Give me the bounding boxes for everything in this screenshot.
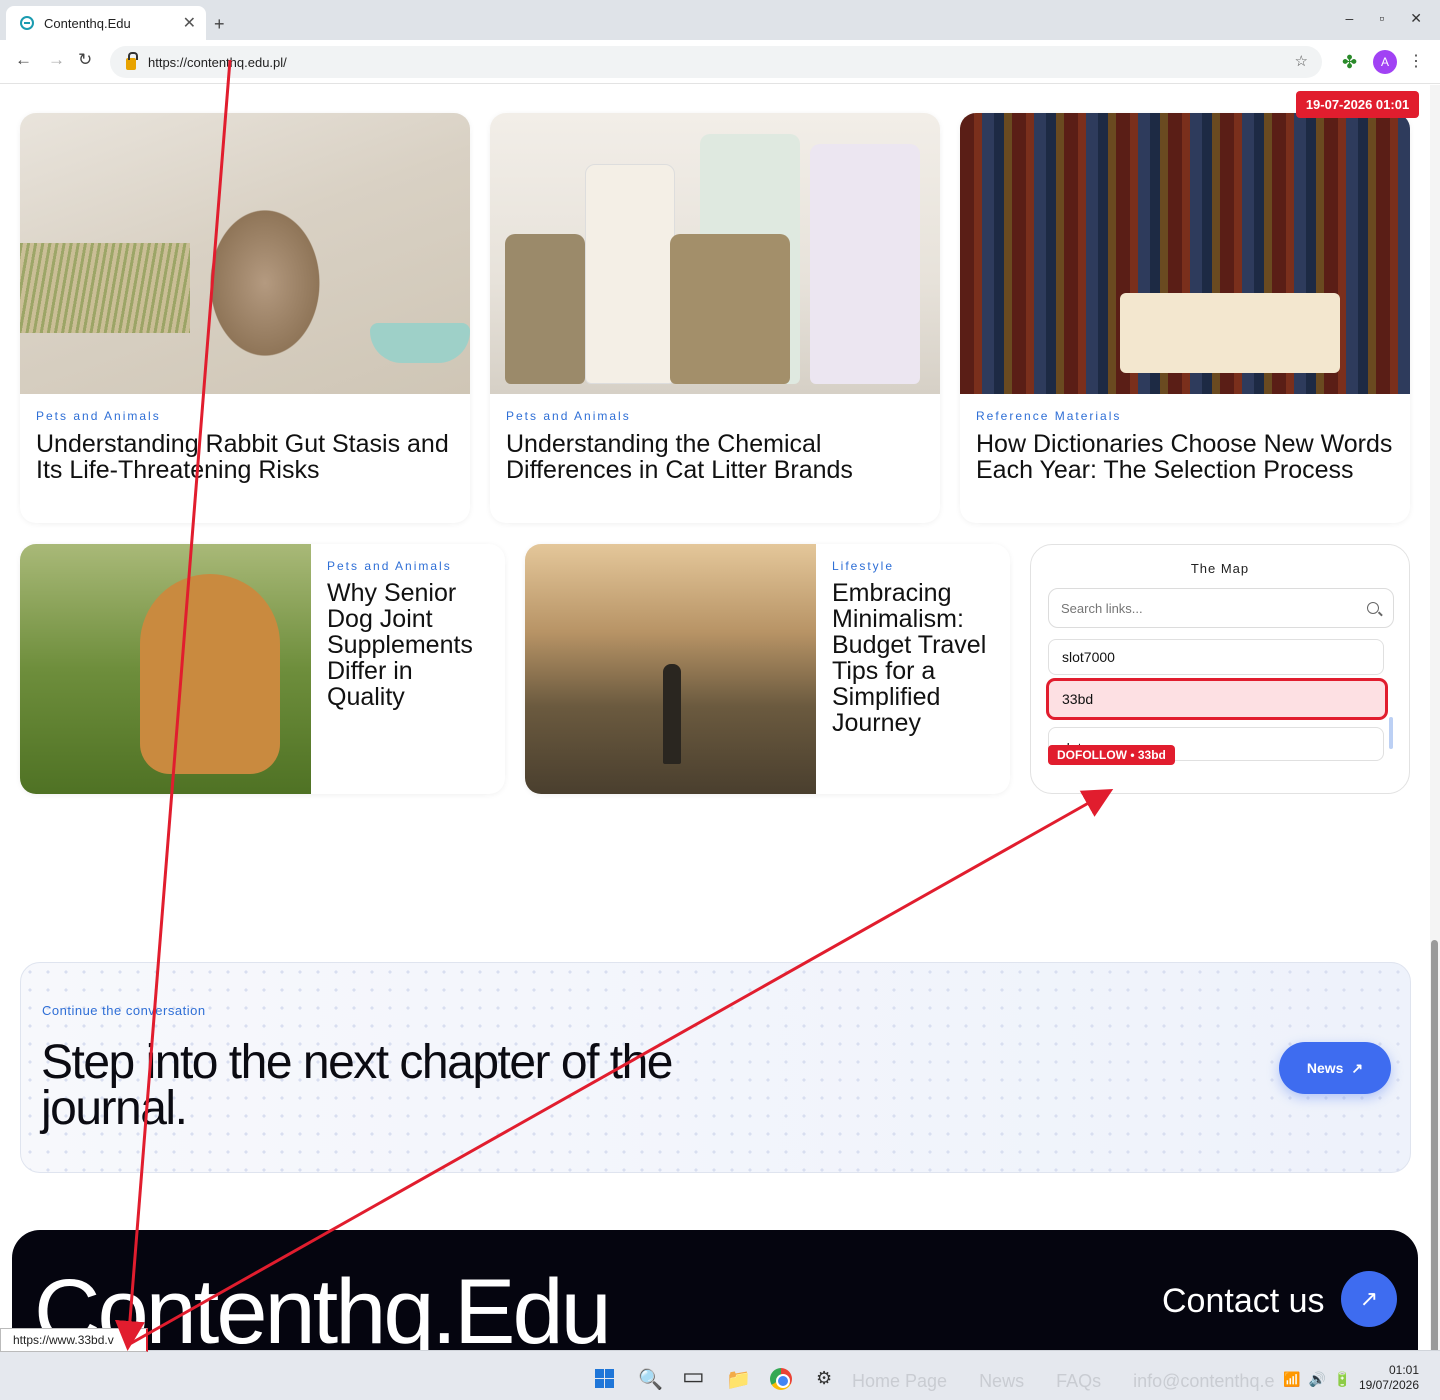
- address-bar[interactable]: https://contenthq.edu.pl/ ☆: [110, 46, 1322, 78]
- menu-kebab-icon[interactable]: ⋮: [1408, 51, 1424, 71]
- profile-avatar[interactable]: A: [1373, 50, 1397, 74]
- globe-icon: [20, 16, 34, 30]
- lock-icon: [126, 52, 138, 70]
- search-icon[interactable]: 🔍: [638, 1367, 663, 1392]
- minimize-button[interactable]: –: [1346, 10, 1354, 27]
- article-card[interactable]: Reference Materials How Dictionaries Cho…: [960, 113, 1410, 523]
- system-clock[interactable]: 01:01 19/07/2026: [1357, 1363, 1419, 1393]
- link-map-widget: The Map slot7000 33bd data macau DOFOLLO…: [1030, 544, 1410, 794]
- battery-icon[interactable]: 🔋: [1334, 1371, 1351, 1388]
- chrome-icon[interactable]: [770, 1368, 792, 1390]
- new-tab-button[interactable]: +: [214, 14, 225, 35]
- extension-icon[interactable]: ✤: [1342, 52, 1357, 73]
- close-tab-icon[interactable]: ✕: [183, 13, 196, 33]
- card-category[interactable]: Pets and Animals: [506, 409, 631, 423]
- window-controls: – ▫ ✕: [1346, 10, 1423, 27]
- settings-gear-icon[interactable]: ⚙: [816, 1368, 832, 1389]
- timestamp-badge: 19-07-2026 01:01: [1296, 91, 1419, 118]
- litter-bag: [585, 164, 675, 384]
- tab-title: Contenthq.Edu: [44, 15, 131, 31]
- litter-container: [670, 234, 790, 384]
- card-category[interactable]: Pets and Animals: [36, 409, 161, 423]
- url-text[interactable]: https://contenthq.edu.pl/: [148, 55, 287, 70]
- browser-toolbar: ← → ↻ https://contenthq.edu.pl/ ☆ ✤ A ⋮: [0, 40, 1440, 84]
- reload-button[interactable]: ↻: [78, 50, 92, 70]
- faint-link: News: [979, 1371, 1025, 1391]
- dog-image: [20, 544, 311, 794]
- site-footer: Contenthq.Edu Contact us ↗: [12, 1230, 1418, 1350]
- page-scroll-thumb[interactable]: [1431, 940, 1438, 1360]
- faint-footer-links: Home Page News FAQs info@contenthq.e: [852, 1371, 1274, 1392]
- mountain-image: [525, 544, 816, 794]
- rabbit-image: [20, 113, 470, 394]
- volume-icon[interactable]: 🔊: [1308, 1371, 1325, 1388]
- back-button[interactable]: ←: [15, 50, 32, 70]
- card-title[interactable]: Understanding the Chemical Differences i…: [506, 431, 926, 483]
- forward-button[interactable]: →: [48, 50, 65, 70]
- article-card[interactable]: Pets and Animals Why Senior Dog Joint Su…: [20, 544, 505, 794]
- page-content: Pets and Animals Understanding Rabbit Gu…: [0, 85, 1430, 1350]
- cat-litter-image: [490, 113, 940, 394]
- card-category[interactable]: Pets and Animals: [327, 559, 452, 573]
- faint-link: Home Page: [852, 1371, 948, 1391]
- cta-banner: Continue the conversation Step into the …: [20, 962, 1411, 1173]
- card-title[interactable]: How Dictionaries Choose New Words Each Y…: [976, 431, 1396, 483]
- news-button[interactable]: News ↗: [1279, 1042, 1391, 1094]
- clock-time: 01:01: [1388, 1363, 1419, 1377]
- litter-container: [505, 234, 585, 384]
- faint-link: info@contenthq.e: [1133, 1371, 1275, 1391]
- taskbar: 🔍 ▭ 📁 ⚙ Home Page News FAQs info@content…: [0, 1350, 1440, 1400]
- tab-strip: Contenthq.Edu ✕ + – ▫ ✕: [0, 0, 1440, 40]
- article-card[interactable]: Pets and Animals Understanding Rabbit Gu…: [20, 113, 470, 523]
- clock-date: 19/07/2026: [1358, 1378, 1419, 1392]
- article-card[interactable]: Lifestyle Embracing Minimalism: Budget T…: [525, 544, 1010, 794]
- status-bar-url: https://www.33bd.v: [0, 1328, 148, 1352]
- map-search-input[interactable]: [1048, 588, 1394, 628]
- arrow-up-right-icon: ↗: [1351, 1059, 1364, 1076]
- browser-tab[interactable]: Contenthq.Edu ✕: [6, 6, 206, 40]
- map-link-item[interactable]: slot7000: [1048, 639, 1384, 675]
- wifi-icon[interactable]: 📶: [1283, 1371, 1300, 1388]
- article-card[interactable]: Pets and Animals Understanding the Chemi…: [490, 113, 940, 523]
- card-title[interactable]: Why Senior Dog Joint Supplements Differ …: [327, 580, 497, 710]
- search-icon[interactable]: [1367, 602, 1379, 614]
- news-button-label: News: [1306, 1060, 1344, 1076]
- contact-label[interactable]: Contact us: [1162, 1282, 1325, 1321]
- faint-link: FAQs: [1056, 1371, 1102, 1391]
- close-window-button[interactable]: ✕: [1410, 10, 1422, 27]
- bookmark-star-icon[interactable]: ☆: [1295, 52, 1308, 70]
- task-view-icon[interactable]: ▭: [682, 1362, 705, 1391]
- map-link-item-selected[interactable]: 33bd: [1047, 679, 1387, 719]
- map-title: The Map: [1190, 561, 1250, 576]
- folder-icon[interactable]: 📁: [726, 1367, 751, 1392]
- system-tray: 📶 🔊 🔋: [1283, 1371, 1351, 1388]
- litter-bag: [810, 144, 920, 384]
- arrow-up-right-icon: ↗: [1359, 1286, 1379, 1311]
- card-category[interactable]: Reference Materials: [976, 409, 1121, 423]
- card-title[interactable]: Embracing Minimalism: Budget Travel Tips…: [832, 580, 1002, 736]
- card-category[interactable]: Lifestyle: [832, 559, 894, 573]
- contact-button[interactable]: ↗: [1341, 1271, 1397, 1327]
- dofollow-badge: DOFOLLOW • 33bd: [1048, 745, 1175, 765]
- cta-kicker: Continue the conversation: [42, 1003, 206, 1018]
- card-title[interactable]: Understanding Rabbit Gut Stasis and Its …: [36, 431, 456, 483]
- map-list-scrollbar[interactable]: [1389, 717, 1393, 749]
- windows-start-icon[interactable]: [595, 1369, 614, 1388]
- maximize-button[interactable]: ▫: [1379, 10, 1384, 27]
- library-image: [960, 113, 1410, 394]
- cta-title: Step into the next chapter of the journa…: [41, 1036, 673, 1135]
